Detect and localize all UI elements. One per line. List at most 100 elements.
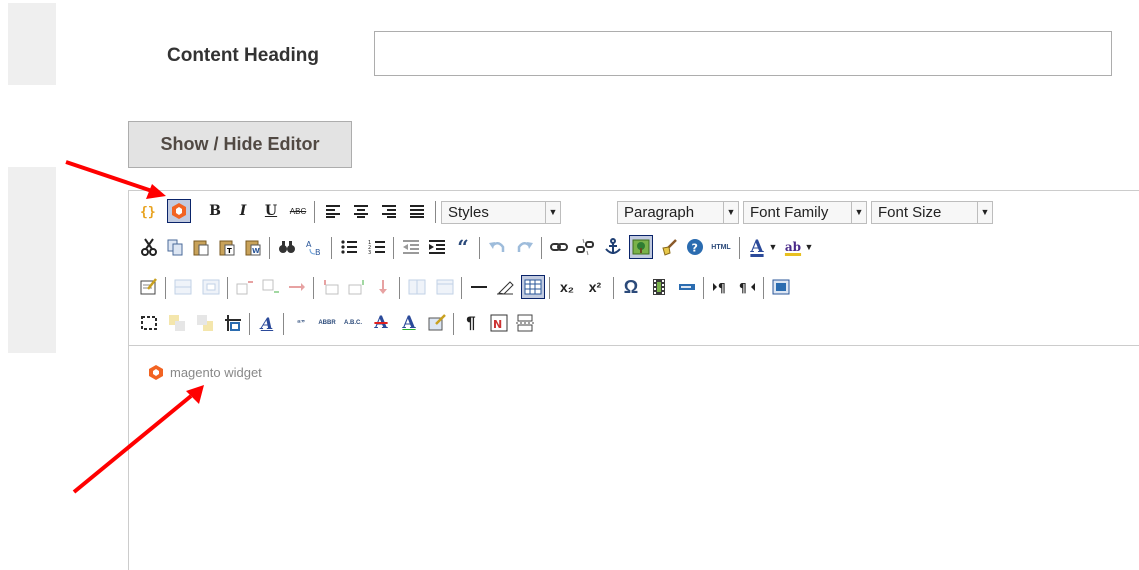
- svg-text:A: A: [306, 240, 312, 249]
- paste-word-icon[interactable]: W: [241, 235, 265, 259]
- indent-icon[interactable]: [425, 235, 449, 259]
- row-before-icon[interactable]: [233, 275, 257, 299]
- italic-button[interactable]: I: [231, 199, 255, 223]
- attributes-icon[interactable]: [425, 311, 449, 335]
- table-cell-props-icon[interactable]: [199, 275, 223, 299]
- numbered-list-icon[interactable]: 123: [365, 235, 389, 259]
- nonbreaking-icon[interactable]: N: [487, 311, 511, 335]
- paragraph-dropdown[interactable]: Paragraph ▼: [617, 201, 739, 224]
- split-cells-icon[interactable]: [405, 275, 429, 299]
- horizontal-rule-icon[interactable]: [467, 275, 491, 299]
- page-break-icon[interactable]: [513, 311, 537, 335]
- remove-format-icon[interactable]: [493, 275, 517, 299]
- link-icon[interactable]: [547, 235, 571, 259]
- styles-dropdown[interactable]: Styles ▼: [441, 201, 561, 224]
- insert-field-icon[interactable]: [675, 275, 699, 299]
- insert-mark-button[interactable]: A: [397, 311, 421, 335]
- background-color-chevron-icon[interactable]: ▼: [803, 235, 815, 259]
- text-color-chevron-icon[interactable]: ▼: [767, 235, 779, 259]
- table-props-icon[interactable]: [137, 275, 161, 299]
- toolbar-separator: [703, 277, 704, 299]
- insert-media-icon[interactable]: [647, 275, 671, 299]
- rtl-icon[interactable]: ¶: [735, 275, 759, 299]
- insert-variable-icon[interactable]: {}: [137, 199, 161, 223]
- strikethrough-button[interactable]: ABC: [286, 199, 310, 223]
- fullscreen-icon[interactable]: [769, 275, 793, 299]
- toolbar-separator: [435, 201, 436, 223]
- insert-widget-icon[interactable]: [167, 199, 191, 223]
- absolute-position-icon[interactable]: [221, 311, 245, 335]
- help-icon[interactable]: ?: [683, 235, 707, 259]
- ltr-icon[interactable]: ¶: [709, 275, 733, 299]
- insert-image-icon[interactable]: [629, 235, 653, 259]
- toolbar-separator: [165, 277, 166, 299]
- copy-icon[interactable]: [163, 235, 187, 259]
- align-center-icon[interactable]: [349, 199, 373, 223]
- bold-button[interactable]: B: [203, 199, 227, 223]
- text-color-button[interactable]: A: [745, 235, 769, 259]
- toolbar-separator: [331, 237, 332, 259]
- toolbar-separator: [313, 277, 314, 299]
- redo-icon[interactable]: [513, 235, 537, 259]
- bullet-list-icon[interactable]: [337, 235, 361, 259]
- toolbar-separator: [314, 201, 315, 223]
- svg-text:T: T: [227, 247, 232, 255]
- cite-button[interactable]: “”: [289, 311, 313, 335]
- font-size-dropdown[interactable]: Font Size ▼: [871, 201, 993, 224]
- content-heading-input[interactable]: [374, 31, 1112, 76]
- col-before-icon[interactable]: [319, 275, 343, 299]
- anchor-icon[interactable]: [601, 235, 625, 259]
- show-hide-editor-button[interactable]: Show / Hide Editor: [128, 121, 352, 168]
- align-justify-icon[interactable]: [405, 199, 429, 223]
- cleanup-icon[interactable]: [657, 235, 681, 259]
- merge-cells-icon[interactable]: [433, 275, 457, 299]
- toolbar-separator: [549, 277, 550, 299]
- cut-icon[interactable]: [137, 235, 161, 259]
- magento-logo-icon: [148, 364, 164, 380]
- move-forward-icon[interactable]: [165, 311, 189, 335]
- font-family-dropdown[interactable]: Font Family ▼: [743, 201, 867, 224]
- unlink-icon[interactable]: [573, 235, 597, 259]
- align-left-icon[interactable]: [321, 199, 345, 223]
- paste-text-icon[interactable]: T: [215, 235, 239, 259]
- content-heading-label: Content Heading: [167, 45, 319, 66]
- svg-text:3: 3: [368, 250, 371, 255]
- delete-col-icon[interactable]: [371, 275, 395, 299]
- col-after-icon[interactable]: [345, 275, 369, 299]
- html-source-button[interactable]: HTML: [709, 235, 733, 259]
- special-char-button[interactable]: Ω: [619, 275, 643, 299]
- move-backward-icon[interactable]: [193, 311, 217, 335]
- align-right-icon[interactable]: [377, 199, 401, 223]
- delete-row-icon[interactable]: [285, 275, 309, 299]
- magento-widget-placeholder[interactable]: magento widget: [148, 364, 262, 380]
- replace-icon[interactable]: AB: [303, 235, 327, 259]
- chevron-down-icon: ▼: [851, 202, 866, 223]
- superscript-button[interactable]: x²: [583, 275, 607, 299]
- svg-text:¶: ¶: [718, 281, 726, 295]
- abbr-button[interactable]: ABBR: [315, 311, 339, 335]
- outdent-icon[interactable]: [399, 235, 423, 259]
- toolbar-row-3: x₂ x² Ω ¶ ¶: [129, 275, 1139, 303]
- row-after-icon[interactable]: [259, 275, 283, 299]
- show-blocks-button[interactable]: ¶: [459, 311, 483, 335]
- toolbar-separator: [613, 277, 614, 299]
- underline-button[interactable]: U: [259, 199, 283, 223]
- style-props-button[interactable]: A: [255, 311, 279, 335]
- table-row-props-icon[interactable]: [171, 275, 195, 299]
- paste-icon[interactable]: [189, 235, 213, 259]
- undo-icon[interactable]: [485, 235, 509, 259]
- insert-layer-icon[interactable]: [137, 311, 161, 335]
- svg-text:?: ?: [692, 242, 698, 255]
- side-strip-middle: [8, 167, 56, 353]
- acronym-button[interactable]: A.B.C.: [341, 311, 365, 335]
- chevron-down-icon: ▼: [545, 202, 560, 223]
- svg-text:W: W: [252, 247, 260, 255]
- blockquote-button[interactable]: “: [451, 235, 475, 259]
- toolbar-separator: [453, 313, 454, 335]
- delete-mark-button[interactable]: A: [369, 311, 393, 335]
- toolbar-row-1: {} B I U ABC Styles ▼ Paragraph ▼ Font Fam…: [129, 199, 1139, 227]
- subscript-button[interactable]: x₂: [555, 275, 579, 299]
- find-icon[interactable]: [275, 235, 299, 259]
- visual-aid-icon[interactable]: [521, 275, 545, 299]
- background-color-button[interactable]: ab: [781, 235, 805, 259]
